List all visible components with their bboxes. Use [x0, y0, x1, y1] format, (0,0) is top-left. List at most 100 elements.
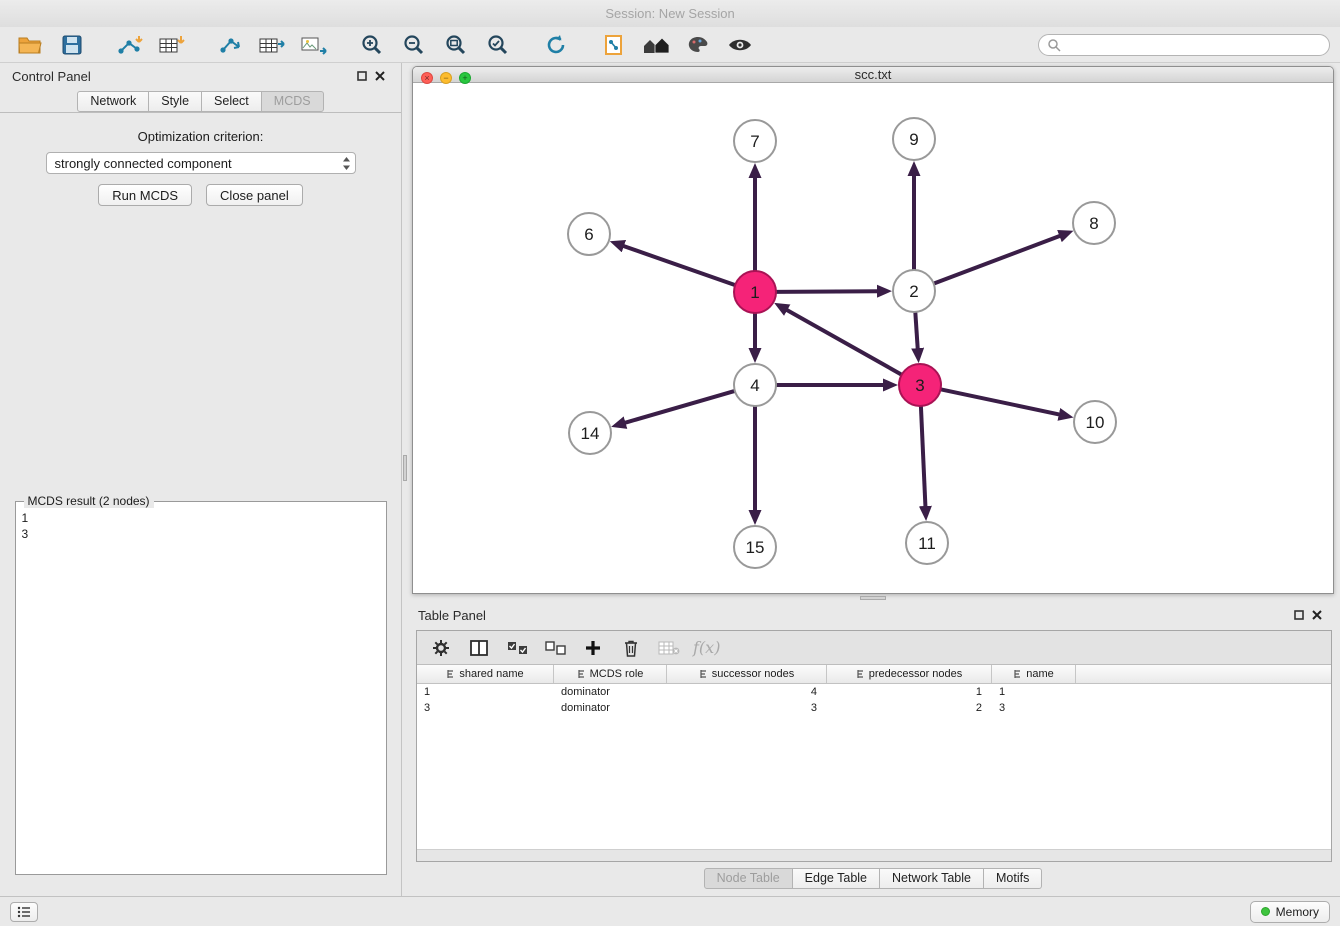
- control-panel-float-button[interactable]: [353, 67, 371, 85]
- graph-edge-2-8[interactable]: [934, 235, 1062, 283]
- graph-node-15[interactable]: 15: [734, 526, 776, 568]
- tab-network[interactable]: Network: [77, 91, 149, 112]
- table-cell-predecessor_nodes[interactable]: 2: [827, 702, 992, 714]
- table-cell-successor_nodes[interactable]: 4: [667, 686, 827, 698]
- search-field[interactable]: [1038, 34, 1330, 56]
- graphics-details-button[interactable]: [720, 30, 760, 60]
- table-body: 1dominator4113dominator323: [417, 684, 1331, 849]
- import-network-button[interactable]: [110, 30, 150, 60]
- memory-label: Memory: [1276, 905, 1319, 919]
- table-panel-float-button[interactable]: [1290, 606, 1308, 624]
- graph-node-9[interactable]: 9: [893, 118, 935, 160]
- tab-network-table[interactable]: Network Table: [880, 868, 984, 889]
- splitter-handle[interactable]: [860, 596, 886, 600]
- zoom-fit-button[interactable]: [436, 30, 476, 60]
- export-table-button[interactable]: [252, 30, 292, 60]
- graph-node-1[interactable]: 1: [734, 271, 776, 313]
- dropdown-stepper-icon: [342, 156, 351, 171]
- graph-node-label: 2: [909, 282, 918, 301]
- zoom-in-button[interactable]: [352, 30, 392, 60]
- style-button[interactable]: [678, 30, 718, 60]
- memory-button[interactable]: Memory: [1250, 901, 1330, 923]
- close-window-button[interactable]: ×: [421, 72, 433, 84]
- graph-edge-1-2[interactable]: [776, 291, 879, 292]
- close-panel-button[interactable]: Close panel: [206, 184, 303, 206]
- import-table-icon: [159, 35, 185, 55]
- table-cell-successor_nodes[interactable]: 3: [667, 702, 827, 714]
- network-from-selection-button[interactable]: [594, 30, 634, 60]
- graph-node-3[interactable]: 3: [899, 364, 941, 406]
- zoom-out-button[interactable]: [394, 30, 434, 60]
- table-cell-shared_name[interactable]: 3: [417, 702, 554, 714]
- task-history-button[interactable]: [10, 902, 38, 922]
- column-sort-icon: [577, 669, 586, 679]
- graph-node-11[interactable]: 11: [906, 522, 948, 564]
- table-row[interactable]: 3dominator323: [417, 700, 1331, 716]
- graph-edge-2-3[interactable]: [915, 312, 918, 350]
- table-row[interactable]: 1dominator411: [417, 684, 1331, 700]
- zoom-selected-button[interactable]: [478, 30, 518, 60]
- table-cell-mcds_role[interactable]: dominator: [554, 702, 667, 714]
- table-cell-predecessor_nodes[interactable]: 1: [827, 686, 992, 698]
- maximize-window-button[interactable]: +: [459, 72, 471, 84]
- tab-motifs[interactable]: Motifs: [984, 868, 1042, 889]
- graph-node-8[interactable]: 8: [1073, 202, 1115, 244]
- tab-node-table[interactable]: Node Table: [704, 868, 793, 889]
- graph-edge-3-11[interactable]: [921, 406, 926, 508]
- table-column-headers: shared name MCDS role successor nodes: [417, 665, 1331, 684]
- graph-edge-4-14[interactable]: [624, 391, 735, 423]
- column-header-name[interactable]: name: [992, 665, 1076, 683]
- run-mcds-button[interactable]: Run MCDS: [98, 184, 192, 206]
- table-cell-mcds_role[interactable]: dominator: [554, 686, 667, 698]
- open-session-button[interactable]: [10, 30, 50, 60]
- show-column-button[interactable]: [463, 634, 495, 662]
- import-table-button[interactable]: [152, 30, 192, 60]
- document-network-icon: [604, 34, 624, 56]
- graph-node-7[interactable]: 7: [734, 120, 776, 162]
- column-header-shared-name[interactable]: shared name: [417, 665, 554, 683]
- apply-layout-button[interactable]: [536, 30, 576, 60]
- table-cell-name[interactable]: 3: [992, 702, 1076, 714]
- delete-column-button[interactable]: [615, 634, 647, 662]
- graph-node-6[interactable]: 6: [568, 213, 610, 255]
- tab-mcds[interactable]: MCDS: [262, 91, 324, 112]
- column-header-mcds-role[interactable]: MCDS role: [554, 665, 667, 683]
- network-canvas[interactable]: 7 9 6 8 1 2 4 3 14 10 15 11: [413, 83, 1333, 594]
- graph-node-10[interactable]: 10: [1074, 401, 1116, 443]
- table-settings-button[interactable]: [425, 634, 457, 662]
- minimize-window-button[interactable]: −: [440, 72, 452, 84]
- column-header-predecessor-nodes[interactable]: predecessor nodes: [827, 665, 992, 683]
- splitter-handle[interactable]: [403, 455, 407, 481]
- tab-style[interactable]: Style: [149, 91, 202, 112]
- table-horizontal-scrollbar[interactable]: [417, 849, 1331, 861]
- criterion-dropdown-value: strongly connected component: [55, 156, 342, 171]
- graph-node-4[interactable]: 4: [734, 364, 776, 406]
- graph-node-2[interactable]: 2: [893, 270, 935, 312]
- criterion-dropdown[interactable]: strongly connected component: [46, 152, 356, 174]
- graph-node-label: 11: [918, 534, 936, 553]
- graph-edge-3-1[interactable]: [786, 309, 902, 375]
- table-cell-shared_name[interactable]: 1: [417, 686, 554, 698]
- column-header-successor-nodes[interactable]: successor nodes: [667, 665, 827, 683]
- home-button[interactable]: [636, 30, 676, 60]
- table-panel-close-button[interactable]: [1308, 606, 1326, 624]
- network-window-titlebar: × − + scc.txt: [413, 67, 1333, 83]
- search-input[interactable]: [1066, 38, 1321, 52]
- table-cell-name[interactable]: 1: [992, 686, 1076, 698]
- float-window-icon: [1294, 610, 1304, 620]
- graph-edge-3-10[interactable]: [941, 389, 1061, 415]
- export-network-button[interactable]: [210, 30, 250, 60]
- control-panel-close-button[interactable]: [371, 67, 389, 85]
- export-image-button[interactable]: [294, 30, 334, 60]
- select-all-columns-button[interactable]: [501, 634, 533, 662]
- zoom-out-icon: [403, 34, 425, 56]
- save-session-button[interactable]: [52, 30, 92, 60]
- unselect-all-columns-button[interactable]: [539, 634, 571, 662]
- tab-edge-table[interactable]: Edge Table: [793, 868, 880, 889]
- tab-select[interactable]: Select: [202, 91, 262, 112]
- horizontal-splitter[interactable]: [412, 594, 1334, 602]
- graph-edge-1-6[interactable]: [622, 246, 735, 286]
- graph-node-14[interactable]: 14: [569, 412, 611, 454]
- create-column-button[interactable]: [577, 634, 609, 662]
- mcds-result-box[interactable]: MCDS result (2 nodes) 1 3: [15, 501, 387, 875]
